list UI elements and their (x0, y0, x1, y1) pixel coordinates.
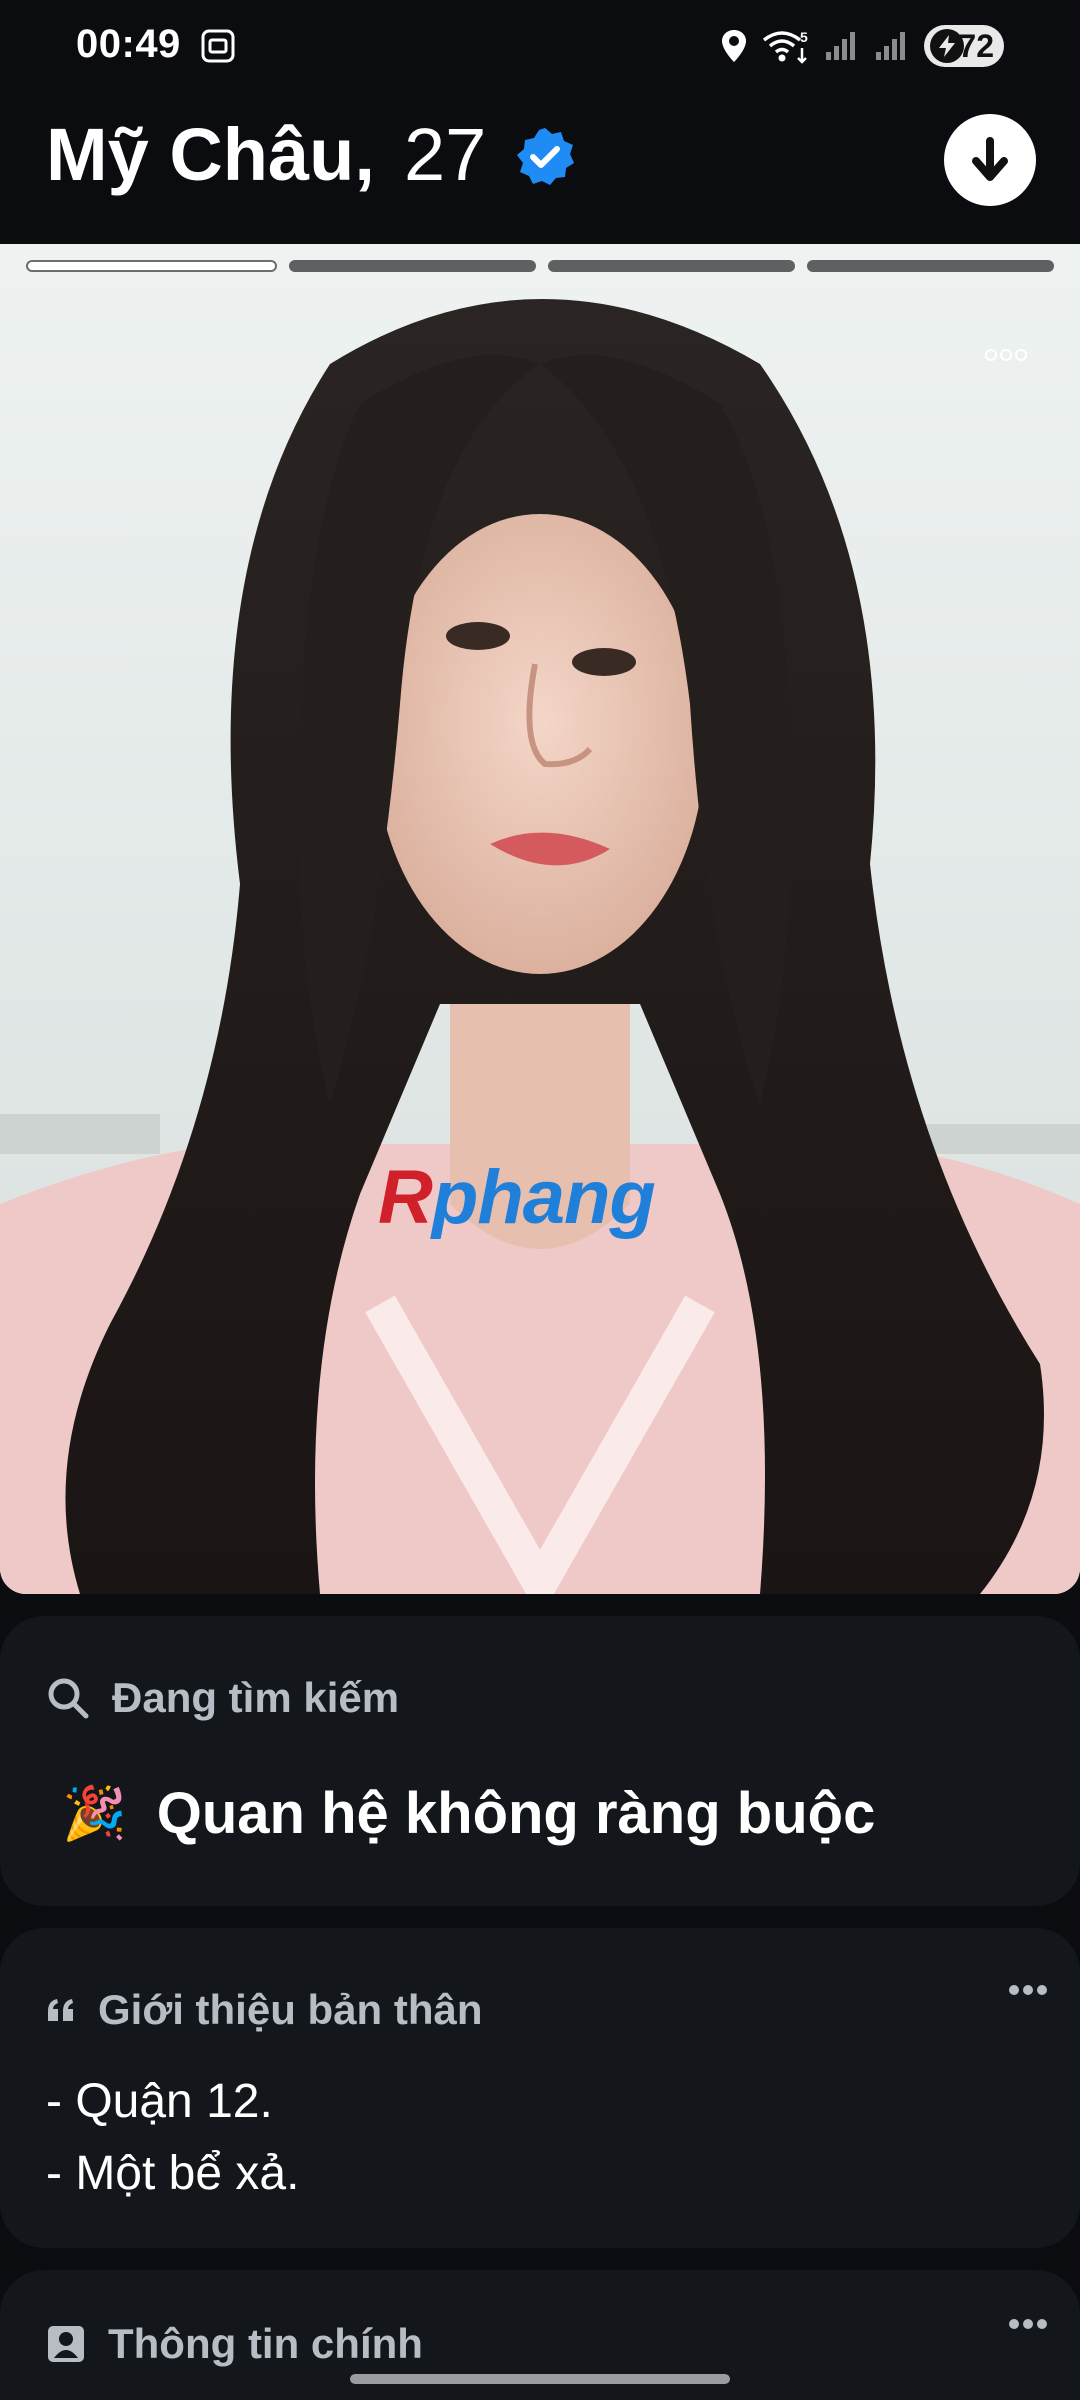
profile-screen: 00:49 5 72 Mỹ Châu, 27 Rphang Đang tìm k… (0, 0, 1080, 2400)
verified-badge-icon (517, 128, 574, 185)
status-bar: 00:49 5 72 (0, 0, 1080, 96)
collapse-profile-button[interactable] (944, 114, 1036, 206)
profile-photo[interactable]: Rphang (0, 244, 1080, 1594)
photo-progress-segment-active (26, 260, 277, 272)
search-icon (48, 1678, 89, 1719)
status-time: 00:49 (76, 22, 181, 66)
more-options-icon[interactable] (1008, 1984, 1048, 1996)
signal-icon-2 (876, 32, 905, 60)
about-me-label: Giới thiệu bản thân (98, 1986, 483, 2033)
about-me-card: Giới thiệu bản thân - Quận 12. - Một bể … (0, 1928, 1080, 2248)
battery-indicator: 72 (924, 25, 1004, 67)
more-options-icon[interactable] (1008, 2318, 1048, 2330)
wifi-band-label: 5 (800, 29, 808, 45)
party-popper-icon: 🎉 (62, 1785, 127, 1843)
photo-progress-segment (289, 260, 536, 272)
signal-icon-1 (826, 32, 855, 60)
profile-header: Mỹ Châu, 27 (0, 96, 1080, 244)
looking-for-header: Đang tìm kiếm (46, 1674, 399, 1722)
wifi-icon: 5 (762, 29, 808, 64)
basics-header: Thông tin chính (46, 2320, 423, 2368)
charging-icon (930, 29, 964, 63)
looking-for-value: 🎉 Quan hệ không ràng buộc (62, 1780, 875, 1847)
quote-icon (48, 1999, 73, 2021)
profile-name: Mỹ Châu, (46, 113, 375, 196)
photo-progress-segment (548, 260, 795, 272)
status-icons: 5 72 (720, 24, 1004, 68)
about-me-header: Giới thiệu bản thân (46, 1986, 483, 2034)
about-me-line: - Một bể xả. (46, 2147, 300, 2200)
id-card-icon (48, 2326, 84, 2362)
looking-for-text: Quan hệ không ràng buộc (156, 1781, 876, 1846)
looking-for-label: Đang tìm kiếm (112, 1674, 400, 1721)
photo-more-icon[interactable] (984, 348, 1028, 362)
about-me-line: - Quận 12. (46, 2075, 273, 2128)
location-icon (722, 30, 746, 62)
profile-photo-image (0, 244, 1080, 1594)
profile-age: 27 (404, 113, 487, 196)
arrow-down-icon (972, 137, 1008, 181)
basics-label: Thông tin chính (108, 2320, 423, 2367)
screenshot-icon (201, 29, 235, 63)
watermark-logo: Rphang (378, 1155, 656, 1240)
home-indicator[interactable] (350, 2374, 730, 2384)
photo-progress-segment (807, 260, 1054, 272)
looking-for-card: Đang tìm kiếm 🎉 Quan hệ không ràng buộc (0, 1616, 1080, 1906)
photo-progress-bar (26, 260, 1054, 274)
about-me-text: - Quận 12. - Một bể xả. (46, 2066, 299, 2210)
